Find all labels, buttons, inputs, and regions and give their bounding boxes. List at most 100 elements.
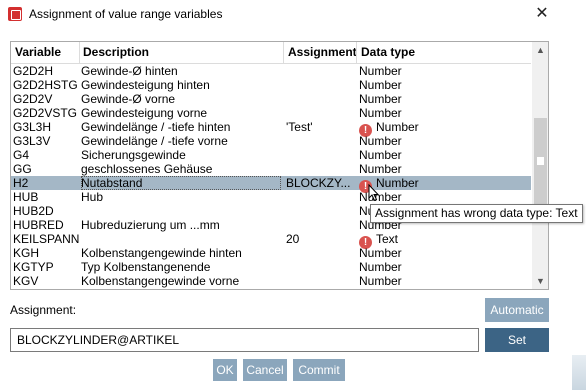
- cell-variable: H2: [13, 176, 29, 190]
- cell-assignment: BLOCKZY...: [286, 176, 351, 190]
- title-bar: Assignment of value range variables ✕: [0, 0, 586, 30]
- data-type-text: Number: [359, 246, 402, 260]
- cell-description: Gewinde-Ø hinten: [81, 64, 178, 78]
- cell-variable: HUB: [13, 190, 39, 204]
- data-type-text: Number: [359, 92, 402, 106]
- table-row[interactable]: G3L3H Gewindelänge / -tiefe hinten 'Test'!…: [11, 120, 531, 137]
- cell-data-type: Number: [359, 246, 529, 260]
- header-variable[interactable]: Variable: [15, 45, 61, 61]
- cell-variable: KEILSPANN: [13, 232, 79, 246]
- cell-data-type: Number: [359, 162, 529, 176]
- data-type-text: Number: [359, 148, 402, 162]
- cell-assignment: 'Test': [286, 120, 313, 134]
- cell-description: Hubreduzierung um ...mm: [81, 218, 220, 232]
- window-title: Assignment of value range variables: [29, 7, 223, 21]
- scrollbar-marker: [536, 156, 545, 166]
- table-row[interactable]: G2D2HSTG Gewindesteigung hinten Number: [11, 78, 531, 92]
- mouse-cursor-icon: [368, 184, 380, 202]
- cell-variable: KGV: [13, 274, 39, 288]
- data-type-text: Number: [376, 120, 419, 134]
- cell-description: Sicherungsgewinde: [81, 148, 186, 162]
- cell-data-type: Number: [359, 148, 529, 162]
- cell-data-type: Number: [359, 260, 529, 274]
- data-type-text: Number: [359, 274, 402, 288]
- cancel-button[interactable]: Cancel: [243, 359, 287, 381]
- cell-description: Typ Kolbenstangenende: [81, 260, 211, 274]
- cell-description: Gewindelänge / -tiefe vorne: [81, 134, 228, 148]
- cell-data-type: Number: [359, 134, 529, 148]
- cell-description: Gewindelänge / -tiefe hinten: [81, 120, 231, 134]
- header-data-type[interactable]: Data type: [361, 45, 415, 61]
- table-row[interactable]: KGTYP Typ Kolbenstangenende Number: [11, 260, 531, 274]
- header-description[interactable]: Description: [83, 45, 149, 61]
- background-window-edge: [572, 355, 586, 390]
- cell-variable: HUB2D: [13, 204, 54, 218]
- cell-variable: G4: [13, 148, 30, 162]
- table-body: G2D2H Gewinde-Ø hinten Number G2D2HSTG Gewin…: [11, 64, 531, 288]
- close-button[interactable]: ✕: [530, 3, 554, 25]
- table-row[interactable]: KGH Kolbenstangengewinde hinten Number: [11, 246, 531, 260]
- vertical-scrollbar[interactable]: ▲ ▼: [532, 42, 548, 289]
- cell-data-type: Number: [359, 190, 529, 204]
- cell-variable: G2D2H: [13, 64, 54, 78]
- table-row[interactable]: HUB Hub Number: [11, 190, 531, 204]
- cell-description: Kolbenstangengewinde vorne: [81, 274, 240, 288]
- data-type-tooltip: Assignment has wrong data type: Text: [370, 204, 583, 223]
- cell-description: geschlossenes Gehäuse: [81, 162, 213, 176]
- variables-table[interactable]: Variable Description Assignment Data typ…: [10, 41, 549, 290]
- automatic-button[interactable]: Automatic: [485, 298, 549, 322]
- cell-data-type: Number: [359, 92, 529, 106]
- scroll-up-icon[interactable]: ▲: [532, 42, 548, 58]
- cell-variable: KGH: [13, 246, 40, 260]
- cell-variable: HUBRED: [13, 218, 64, 232]
- header-assignment[interactable]: Assignment: [288, 45, 357, 61]
- cell-variable: G2D2V: [13, 92, 53, 106]
- scroll-down-icon[interactable]: ▼: [532, 273, 548, 289]
- cell-variable: G2D2VSTG: [13, 106, 78, 120]
- table-row[interactable]: H2 Nutabstand BLOCKZY...! Number: [11, 176, 531, 193]
- data-type-text: Number: [359, 190, 402, 204]
- cell-description: Gewindesteigung hinten: [81, 78, 210, 92]
- cell-data-type: Number: [359, 78, 529, 92]
- app-icon: [8, 7, 22, 21]
- column-divider[interactable]: [283, 42, 284, 64]
- cell-description: Nutabstand: [81, 176, 281, 190]
- table-row[interactable]: KEILSPANN 20! Text: [11, 232, 531, 249]
- cell-variable: G3L3H: [13, 120, 52, 134]
- cell-description: Gewindesteigung vorne: [81, 106, 208, 120]
- cell-data-type: Number: [359, 106, 529, 120]
- table-header: Variable Description Assignment Data typ…: [11, 42, 531, 64]
- ok-button[interactable]: OK: [213, 359, 237, 381]
- set-button[interactable]: Set: [485, 328, 549, 352]
- column-divider[interactable]: [356, 42, 357, 64]
- commit-button[interactable]: Commit: [293, 359, 345, 381]
- cell-variable: G2D2HSTG: [13, 78, 78, 92]
- table-row[interactable]: KGV Kolbenstangengewinde vorne Number: [11, 274, 531, 288]
- table-row[interactable]: G2D2VSTG Gewindesteigung vorne Number: [11, 106, 531, 120]
- cell-variable: GG: [13, 162, 32, 176]
- table-row[interactable]: G3L3V Gewindelänge / -tiefe vorne Number: [11, 134, 531, 148]
- data-type-text: Number: [359, 260, 402, 274]
- cell-data-type: Number: [359, 64, 529, 78]
- cell-data-type: Number: [359, 274, 529, 288]
- column-divider[interactable]: [79, 42, 80, 64]
- cell-assignment: 20: [286, 232, 300, 246]
- data-type-text: Text: [376, 232, 399, 246]
- cell-variable: G3L3V: [13, 134, 51, 148]
- data-type-text: Number: [359, 78, 402, 92]
- table-row[interactable]: G4 Sicherungsgewinde Number: [11, 148, 531, 162]
- data-type-text: Number: [359, 106, 402, 120]
- data-type-text: Number: [359, 162, 402, 176]
- table-row[interactable]: G2D2H Gewinde-Ø hinten Number: [11, 64, 531, 78]
- assignment-input[interactable]: [10, 328, 479, 352]
- data-type-text: Number: [359, 64, 402, 78]
- table-row[interactable]: GG geschlossenes Gehäuse Number: [11, 162, 531, 176]
- cell-description: Kolbenstangengewinde hinten: [81, 246, 242, 260]
- data-type-text: Number: [376, 176, 419, 190]
- cell-description: Gewinde-Ø vorne: [81, 92, 176, 106]
- data-type-text: Number: [359, 134, 402, 148]
- cell-description: Hub: [81, 190, 104, 204]
- table-row[interactable]: G2D2V Gewinde-Ø vorne Number: [11, 92, 531, 106]
- cell-variable: KGTYP: [13, 260, 54, 274]
- assignment-label: Assignment:: [10, 303, 77, 317]
